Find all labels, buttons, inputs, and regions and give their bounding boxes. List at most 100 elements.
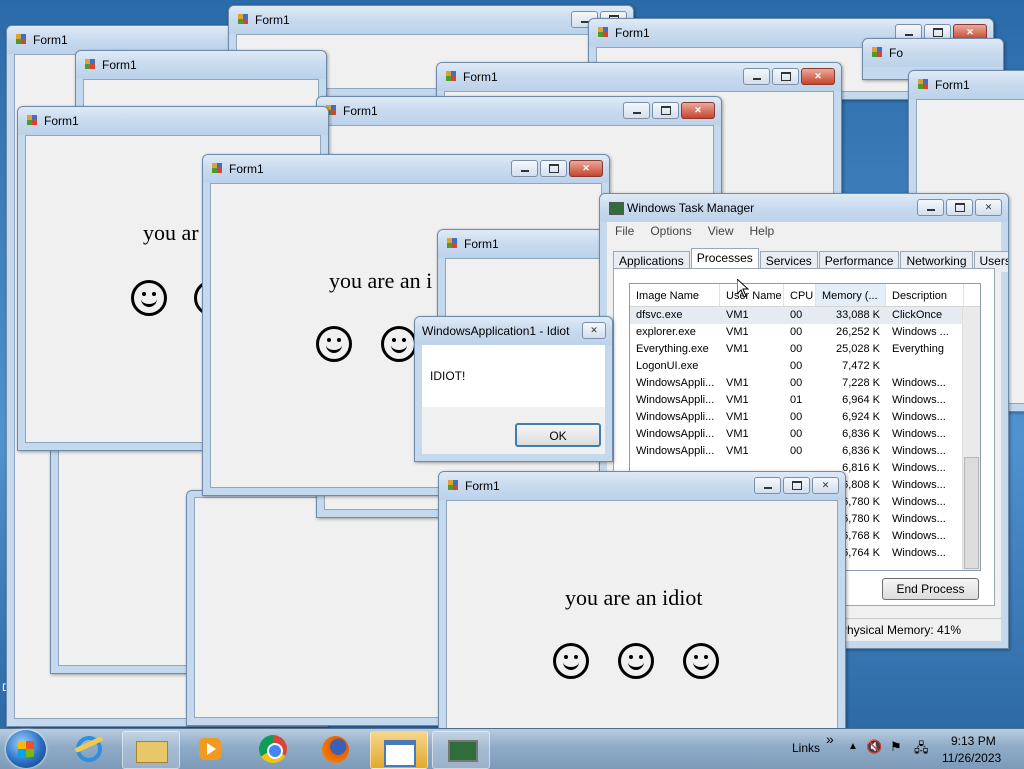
process-description: ClickOnce [892, 309, 943, 321]
smiley-icon [381, 326, 417, 362]
minimize-button[interactable] [743, 68, 770, 85]
scrollbar[interactable] [962, 307, 980, 570]
window-title: Form1 [33, 33, 68, 47]
dialog-message: IDIOT! [430, 369, 466, 383]
smiley-icon [131, 280, 167, 316]
title-bar[interactable]: Form1 [18, 107, 328, 135]
maximize-button[interactable] [946, 199, 973, 216]
title-bar[interactable]: Form1 ✕ [437, 63, 841, 91]
clock-date[interactable]: 11/26/2023 [942, 751, 1001, 765]
process-user-name: VM1 [726, 377, 749, 389]
internet-explorer-icon[interactable] [62, 731, 118, 767]
links-chevron-icon[interactable]: » [826, 731, 834, 747]
process-row[interactable]: dfsvc.exe VM1 00 33,088 K ClickOnce [630, 307, 980, 324]
process-user-name [720, 358, 784, 375]
process-description: Windows... [892, 530, 946, 542]
process-image-name: WindowsAppli... [636, 377, 715, 389]
minimize-button[interactable] [623, 102, 650, 119]
idiot-text: you ar [143, 220, 199, 245]
app-icon [212, 163, 223, 174]
close-button[interactable]: ✕ [801, 68, 835, 85]
close-button[interactable]: ✕ [681, 102, 715, 119]
idiot-text: you are an i [329, 268, 433, 293]
title-bar[interactable]: Form1 ✕ [203, 155, 609, 183]
title-bar[interactable]: Form1 ✕ [317, 97, 721, 125]
process-description: Windows... [892, 394, 946, 406]
arrow-up-icon[interactable]: ▲ [848, 741, 858, 752]
maximize-button[interactable] [652, 102, 679, 119]
column-cpu[interactable]: CPU [784, 284, 816, 306]
process-row[interactable]: WindowsAppli... VM1 00 6,836 K Windows... [630, 426, 980, 443]
windows-start-icon[interactable] [6, 730, 46, 768]
maximize-button[interactable] [783, 477, 810, 494]
links-toolbar[interactable]: Links [792, 741, 820, 755]
window-app-icon[interactable] [370, 731, 428, 769]
title-bar[interactable]: Form1 ✕ [439, 472, 845, 500]
menu-view[interactable]: View [700, 222, 742, 240]
process-row[interactable]: explorer.exe VM1 00 26,252 K Windows ... [630, 324, 980, 341]
close-button[interactable]: ✕ [812, 477, 839, 494]
process-memory: 7,472 K [842, 360, 880, 372]
smiley-icon [316, 326, 352, 362]
flag-warning-icon[interactable]: ⚑ [890, 739, 902, 755]
window-title: Fo [889, 46, 904, 60]
form1-idiot-window[interactable]: Form1 ✕ you are an idiot [438, 471, 846, 728]
app-icon [85, 59, 96, 70]
clock-time[interactable]: 9:13 PM [951, 734, 996, 748]
column-description[interactable]: Description [886, 284, 964, 306]
minimize-button[interactable] [511, 160, 538, 177]
title-bar[interactable]: Form1 [229, 6, 633, 34]
title-bar[interactable]: Windows Task Manager ✕ [600, 194, 1008, 222]
physical-memory-status: Physical Memory: 41% [839, 623, 962, 637]
process-row[interactable]: WindowsAppli... VM1 00 6,924 K Windows... [630, 409, 980, 426]
window-title: Form1 [463, 70, 498, 84]
window-title: Windows Task Manager [627, 201, 755, 215]
firefox-icon[interactable] [308, 731, 364, 767]
minimize-button[interactable] [917, 199, 944, 216]
process-image-name: WindowsAppli... [636, 411, 715, 423]
task-manager-icon[interactable] [432, 731, 490, 769]
title-bar[interactable]: Fo [863, 39, 1003, 67]
media-player-icon[interactable] [182, 731, 238, 767]
process-cpu: 00 [790, 326, 803, 338]
close-button[interactable]: ✕ [975, 199, 1002, 216]
idiot-dialog[interactable]: WindowsApplication1 - Idiot ✕ IDIOT! OK [414, 316, 613, 462]
close-button[interactable]: ✕ [582, 322, 606, 339]
column-memory[interactable]: Memory (... [816, 284, 886, 306]
process-description: Windows... [892, 411, 946, 423]
process-row[interactable]: WindowsAppli... VM1 01 6,964 K Windows... [630, 392, 980, 409]
speaker-muted-icon[interactable]: 🔇 [866, 739, 882, 755]
window-title: Form1 [615, 26, 650, 40]
network-icon[interactable]: 🖧 [914, 739, 929, 761]
maximize-button[interactable] [772, 68, 799, 85]
title-bar[interactable]: Form1 [909, 71, 1024, 99]
title-bar[interactable]: Form1 [76, 51, 326, 79]
column-image-name[interactable]: Image Name [630, 284, 720, 306]
close-button[interactable]: ✕ [569, 160, 603, 177]
process-description: Windows... [892, 513, 946, 525]
window-title: Form1 [255, 13, 290, 27]
process-row[interactable]: WindowsAppli... VM1 00 6,836 K Windows... [630, 443, 980, 460]
ok-button[interactable]: OK [515, 423, 601, 447]
menu-file[interactable]: File [607, 222, 642, 240]
process-row[interactable]: Everything.exe VM1 00 25,028 K Everything [630, 341, 980, 358]
menu-options[interactable]: Options [642, 222, 699, 240]
process-cpu: 00 [790, 428, 803, 440]
process-cpu: 00 [790, 360, 803, 372]
chrome-icon[interactable] [246, 731, 302, 767]
process-row[interactable]: LogonUI.exe 00 7,472 K [630, 358, 980, 375]
form1-window[interactable] [186, 490, 448, 726]
menu-bar: File Options View Help [607, 222, 1001, 240]
file-explorer-icon[interactable] [122, 731, 180, 769]
scrollbar-thumb[interactable] [964, 457, 979, 569]
process-row[interactable]: WindowsAppli... VM1 00 7,228 K Windows... [630, 375, 980, 392]
end-process-button[interactable]: End Process [882, 578, 979, 600]
minimize-button[interactable] [754, 477, 781, 494]
title-bar[interactable]: WindowsApplication1 - Idiot ✕ [415, 317, 612, 345]
maximize-button[interactable] [540, 160, 567, 177]
window-title: Form1 [464, 237, 499, 251]
title-bar[interactable]: Form1 [438, 230, 618, 258]
process-list-header: Image Name User Name CPU Memory (... Des… [630, 284, 980, 307]
column-user-name[interactable]: User Name [720, 284, 784, 306]
menu-help[interactable]: Help [742, 222, 783, 240]
